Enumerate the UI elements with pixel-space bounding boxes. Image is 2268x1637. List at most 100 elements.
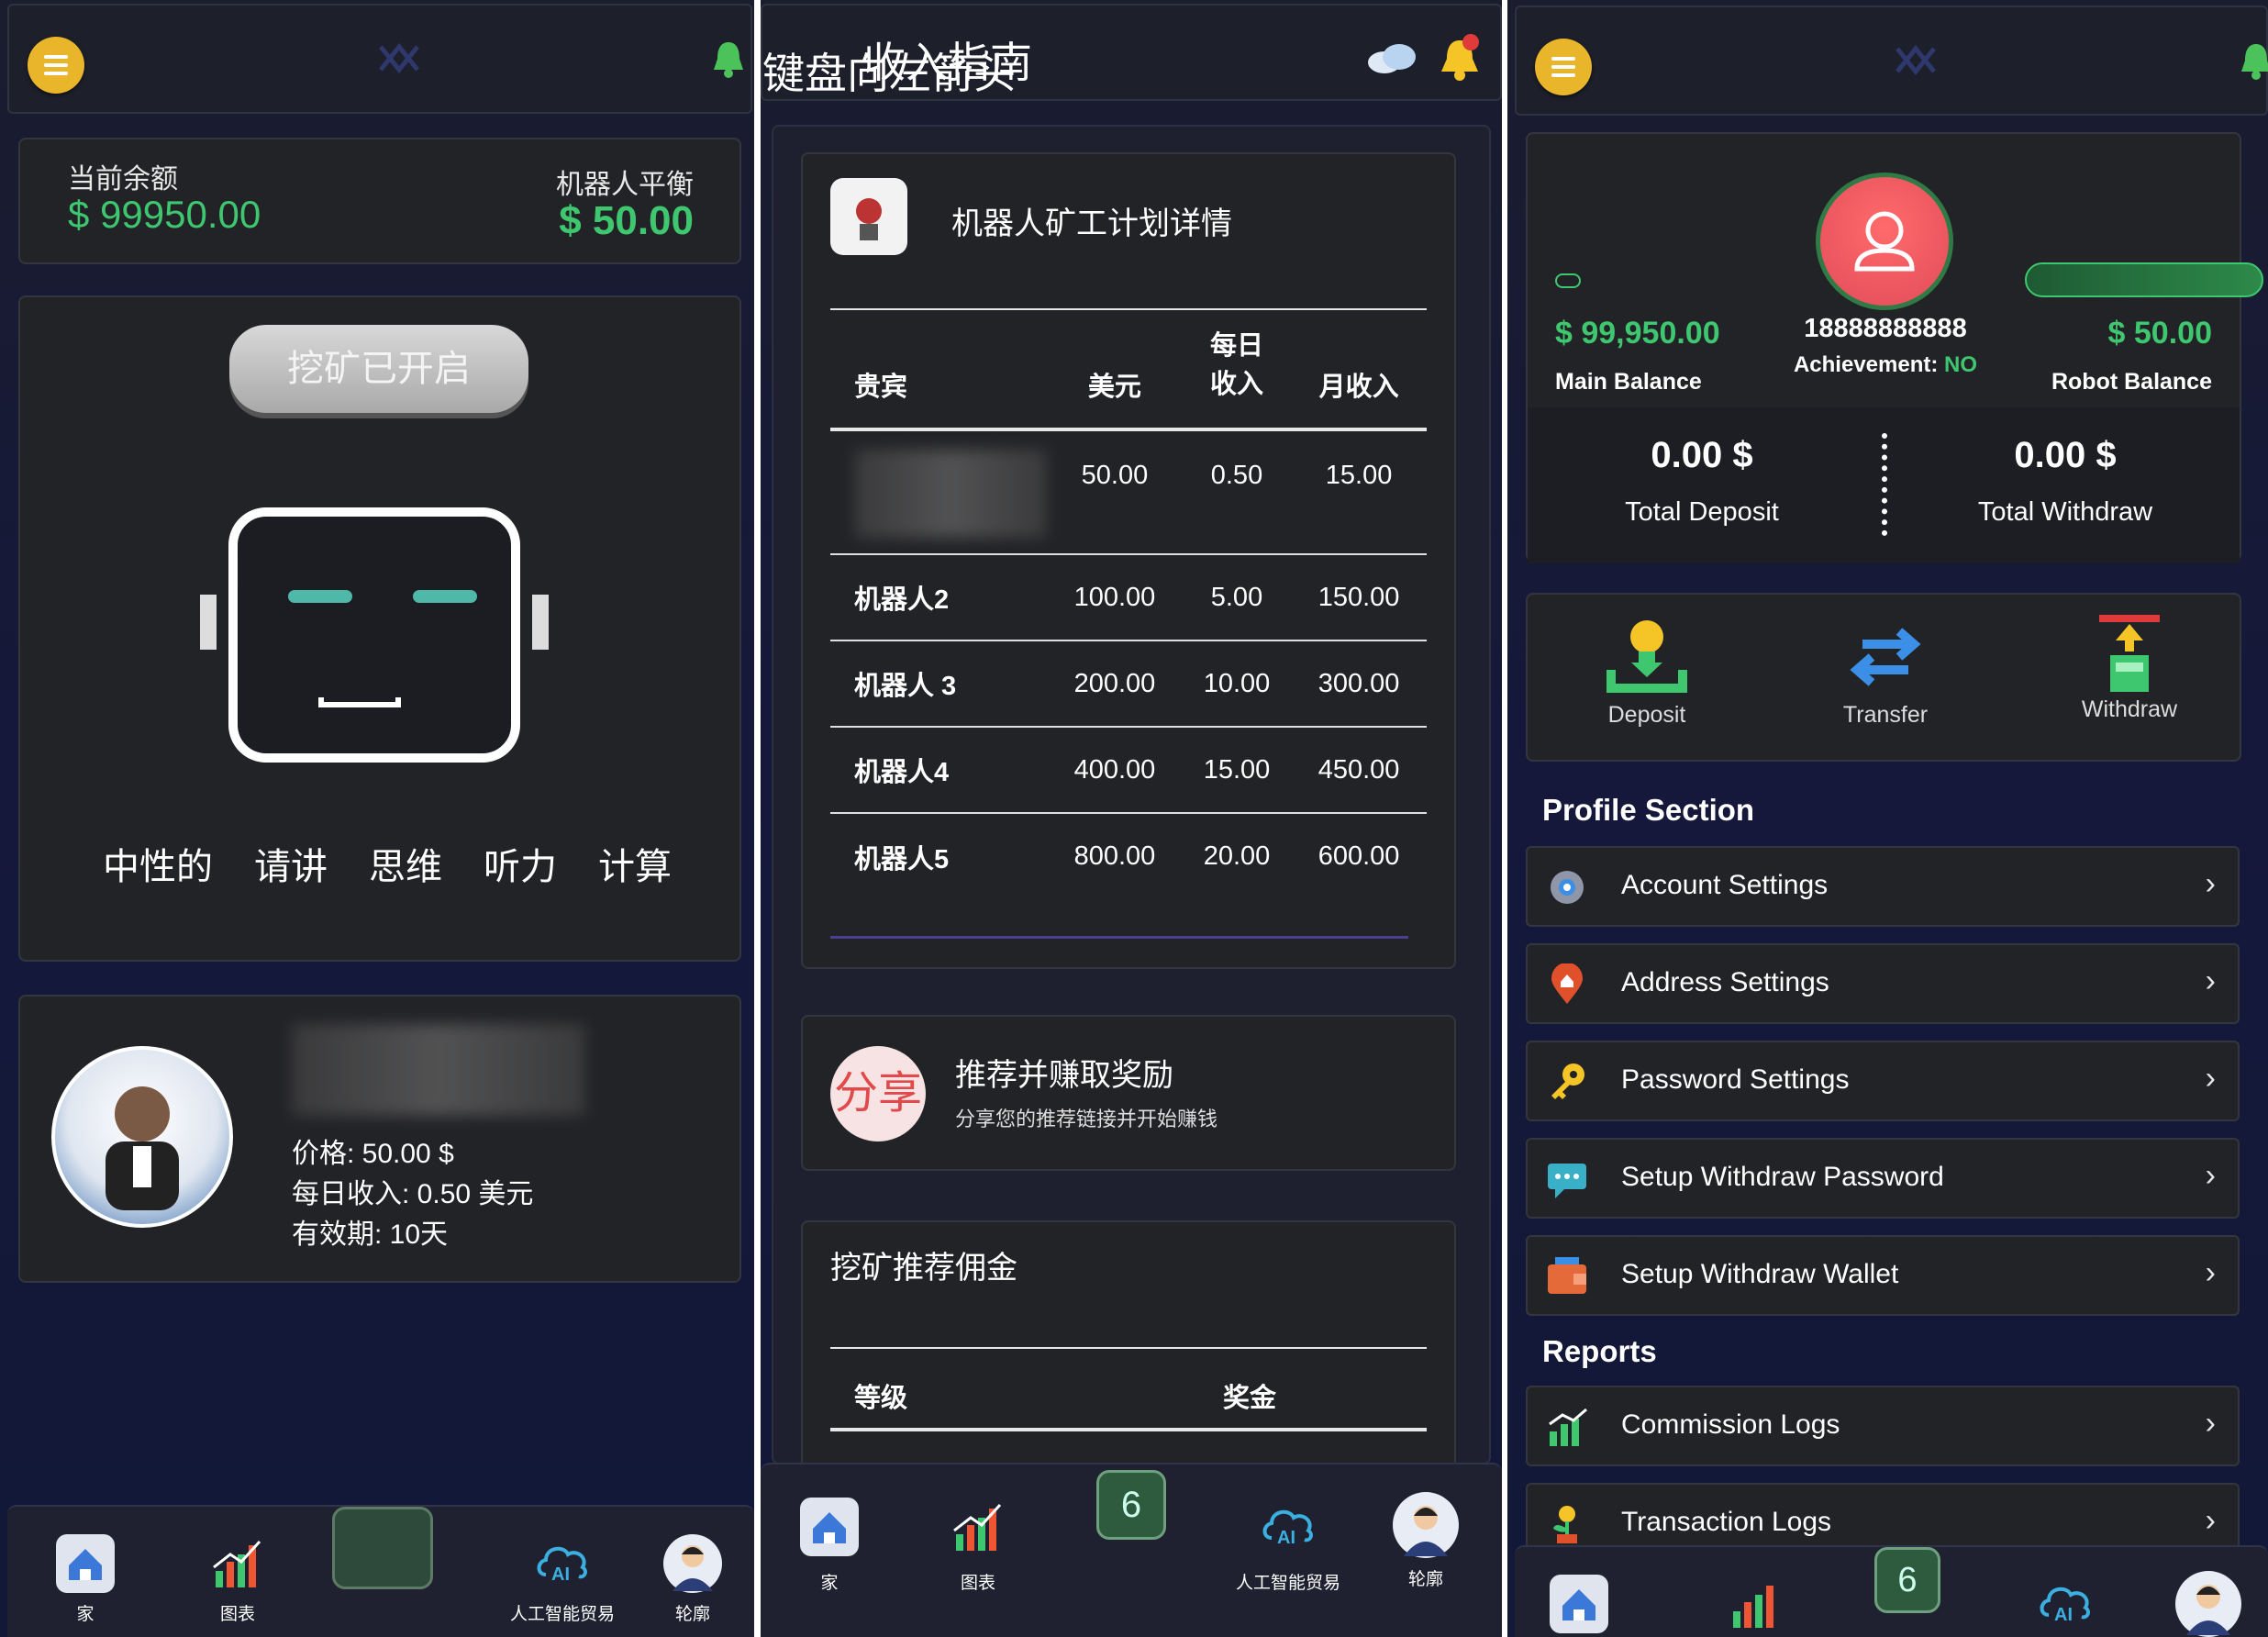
nav-home[interactable]: 家 [44, 1534, 127, 1625]
page-title: 收入指南 [863, 39, 1032, 86]
nav-chart[interactable]: 图表 [937, 1498, 1019, 1594]
income-guide-screen: 键盘向左箭头 收入指南 机器人矿工计划详情 贵宾 美元 每日 收入 月收入 50… [761, 0, 1502, 1637]
table-row: 机器人 3 200.00 10.00 300.00 [830, 640, 1427, 727]
nav-profile[interactable]: 轮廓 [651, 1534, 734, 1625]
robot-card: 挖矿已开启 中性的 请讲 思维 听力 计算 [18, 295, 741, 962]
nav-ai-trade[interactable]: AI 人工智能贸易 [484, 1534, 640, 1625]
chevron-right-icon: › [2205, 1406, 2216, 1441]
cloud-icon[interactable] [1364, 39, 1419, 75]
nav-home[interactable] [1542, 1575, 1616, 1633]
wallet-icon [1548, 1257, 1586, 1294]
referral-subtitle: 分享您的推荐链接并开始赚钱 [955, 1108, 1218, 1130]
col-level: 等级 [854, 1384, 908, 1413]
password-settings-row[interactable]: Password Settings › [1526, 1041, 2240, 1121]
robot-balance-value: $ 50.00 [559, 198, 694, 243]
transfer-action[interactable]: Transfer [1821, 617, 1950, 729]
chart-icon [949, 1498, 1007, 1556]
withdraw-password-row[interactable]: Setup Withdraw Password › [1526, 1138, 2240, 1219]
actions-card: Deposit Transfer Withdraw [1526, 593, 2241, 762]
plan-card: 价格: 50.00 $ 每日收入: 0.50 美元 有效期: 10天 [18, 995, 741, 1283]
table-row: 机器人2 100.00 5.00 150.00 [830, 554, 1427, 640]
col-usd: 美元 [1087, 373, 1141, 402]
robot-face-icon [200, 503, 549, 769]
nav-ai-trade[interactable]: AI 人工智能贸易 [1210, 1498, 1366, 1594]
withdraw-action[interactable]: Withdraw [2065, 611, 2194, 723]
chevron-right-icon: › [2205, 1061, 2216, 1096]
svg-text:AI: AI [1277, 1528, 1295, 1548]
plan-details: 价格: 50.00 $ 每日收入: 0.50 美元 有效期: 10天 [292, 1134, 533, 1255]
table-row: 机器人4 400.00 15.00 450.00 [830, 727, 1427, 813]
nav-chip[interactable]: 6 [1095, 1470, 1168, 1540]
ai-cloud-icon: AI [533, 1534, 592, 1593]
account-settings-row[interactable]: Account Settings › [1526, 846, 2240, 927]
withdraw-wallet-row[interactable]: Setup Withdraw Wallet › [1526, 1235, 2240, 1316]
nav-chip[interactable]: 6 [1871, 1547, 1944, 1613]
bell-icon[interactable] [2238, 40, 2268, 81]
ai-cloud-icon: AI [1259, 1498, 1317, 1556]
mode-think[interactable]: 思维 [369, 837, 442, 890]
profile-avatar-icon [1393, 1492, 1459, 1558]
profile-section-title: Profile Section [1542, 793, 1755, 827]
divider [830, 1428, 1427, 1431]
blurred-plan-name [854, 450, 1047, 538]
home-icon [1550, 1575, 1608, 1633]
menu-button[interactable] [28, 37, 84, 94]
table-row: 50.00 0.50 15.00 [830, 429, 1427, 554]
plan-card-title: 机器人矿工计划详情 [951, 206, 1232, 241]
achievement: Achievement: NO [1793, 352, 1978, 377]
chart-icon [208, 1534, 267, 1593]
address-settings-row[interactable]: Address Settings › [1526, 943, 2240, 1024]
referral-card[interactable]: 分享 推荐并赚取奖励 分享您的推荐链接并开始赚钱 [801, 1015, 1456, 1171]
col-monthly: 月收入 [1318, 373, 1399, 402]
plan-details-card: 机器人矿工计划详情 贵宾 美元 每日 收入 月收入 50.00 0.50 15.… [801, 152, 1456, 969]
mode-speak[interactable]: 请讲 [254, 837, 328, 890]
top-header [7, 4, 752, 114]
chip-icon: 6 [1874, 1547, 1940, 1613]
robot-balance-value: $ 50.00 [2107, 316, 2212, 351]
commission-chart-icon [1549, 1408, 1587, 1446]
total-withdraw-value: 0.00 $ [2014, 435, 2117, 475]
balance-card: 当前余额 $ 99950.00 机器人平衡 $ 50.00 [18, 138, 741, 264]
mode-compute[interactable]: 计算 [598, 837, 672, 890]
deposit-action[interactable]: Deposit [1583, 617, 1711, 729]
mode-listen[interactable]: 听力 [484, 837, 557, 890]
bell-icon[interactable] [1436, 31, 1484, 83]
svg-text:AI: AI [2054, 1605, 2073, 1625]
mode-neutral[interactable]: 中性的 [103, 837, 213, 890]
nav-home[interactable]: 家 [788, 1498, 871, 1594]
chip-icon [332, 1507, 433, 1589]
robot-mode-list: 中性的 请讲 思维 听力 计算 [103, 837, 672, 890]
referral-title: 推荐并赚取奖励 [955, 1058, 1173, 1093]
top-header [1515, 6, 2268, 116]
menu-button[interactable] [1535, 39, 1592, 95]
chevron-right-icon: › [2205, 1255, 2216, 1290]
achievement-value: NO [1944, 352, 1978, 377]
nav-chip[interactable] [330, 1507, 435, 1589]
deposit-icon [1606, 620, 1687, 693]
withdraw-icon [2099, 615, 2160, 692]
home-screen: 当前余额 $ 99950.00 机器人平衡 $ 50.00 挖矿已开启 中性的 … [0, 0, 754, 1637]
logo-icon [376, 42, 422, 79]
nav-chart[interactable] [1718, 1575, 1792, 1633]
bottom-nav: 6 AI [1515, 1545, 2268, 1637]
content-container: 机器人矿工计划详情 贵宾 美元 每日 收入 月收入 50.00 0.50 15.… [772, 125, 1491, 1496]
chat-bubble-icon [1548, 1164, 1586, 1198]
nav-chart[interactable]: 图表 [196, 1534, 279, 1625]
chevron-right-icon: › [2205, 866, 2216, 901]
commission-logs-row[interactable]: Commission Logs › [1526, 1386, 2240, 1466]
divider [830, 1347, 1427, 1349]
bell-icon[interactable] [710, 39, 747, 79]
robot-balance-bar [2025, 262, 2263, 297]
nav-profile[interactable] [2172, 1571, 2245, 1637]
reports-title: Reports [1542, 1334, 1657, 1368]
profile-screen: $ 99,950.00 Main Balance 18888888888 Ach… [1507, 0, 2268, 1637]
home-icon [800, 1498, 859, 1556]
status-pill [1555, 273, 1581, 288]
transfer-icon [1850, 628, 1921, 686]
chip-icon: 6 [1096, 1470, 1166, 1540]
mining-toggle-button[interactable]: 挖矿已开启 [229, 325, 528, 413]
nav-profile[interactable]: 轮廓 [1384, 1492, 1467, 1590]
nav-ai-trade[interactable]: AI [2029, 1575, 2102, 1633]
col-daily: 每日 收入 [1209, 331, 1263, 399]
avatar[interactable] [1816, 173, 1953, 310]
